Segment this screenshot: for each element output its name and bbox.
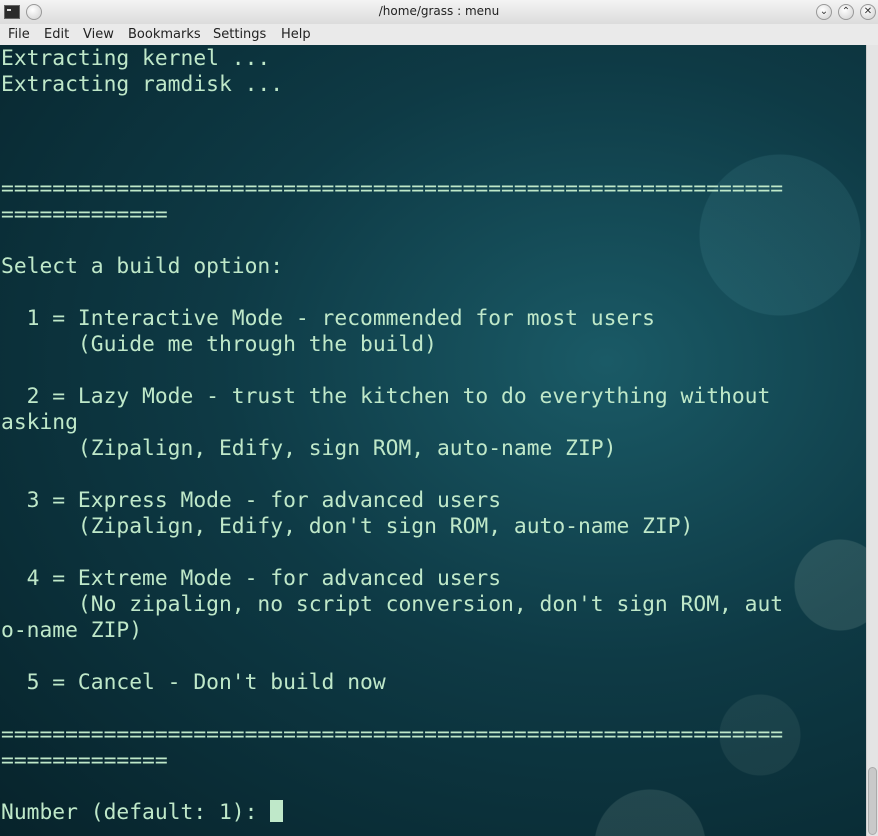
menu-bar: File Edit View Bookmarks Settings Help [0, 24, 878, 45]
menu-help[interactable]: Help [281, 27, 311, 42]
option-2-wrap: asking [1, 410, 78, 435]
menu-bookmarks[interactable]: Bookmarks [128, 27, 201, 42]
option-3-desc: (Zipalign, Edify, don't sign ROM, auto-n… [1, 514, 694, 539]
option-2-desc: (Zipalign, Edify, sign ROM, auto-name ZI… [1, 436, 617, 461]
menu-edit[interactable]: Edit [44, 27, 69, 42]
title-bar: /home/grass : menu ⌄ ⌃ ✕ [0, 0, 878, 25]
menu-file[interactable]: File [8, 27, 30, 42]
option-2: 2 = Lazy Mode - trust the kitchen to do … [1, 384, 771, 409]
scrollbar-thumb[interactable] [868, 767, 877, 835]
close-icon[interactable]: ✕ [860, 4, 876, 20]
input-prompt[interactable]: Number (default: 1): [1, 800, 284, 826]
terminal-output[interactable]: Extracting kernel ... Extracting ramdisk… [0, 45, 866, 836]
separator-line: ========================================… [1, 722, 784, 747]
separator-line: ========================================… [1, 176, 784, 201]
prompt-heading: Select a build option: [1, 254, 284, 279]
menu-settings[interactable]: Settings [213, 27, 266, 42]
maximize-icon[interactable]: ⌃ [838, 4, 854, 20]
option-4-desc-wrap: o-name ZIP) [1, 618, 143, 643]
terminal-line: Extracting kernel ... [1, 46, 271, 71]
vertical-scrollbar[interactable] [866, 45, 878, 836]
text-cursor [270, 800, 284, 822]
option-1: 1 = Interactive Mode - recommended for m… [1, 306, 655, 331]
separator-line: ============= [1, 202, 168, 227]
option-4-desc: (No zipalign, no script conversion, don'… [1, 592, 784, 617]
option-4: 4 = Extreme Mode - for advanced users [1, 566, 502, 591]
prompt-text: Number (default: 1): [1, 800, 271, 825]
window-title: /home/grass : menu [378, 4, 500, 18]
separator-line: ============= [1, 748, 168, 773]
option-3: 3 = Express Mode - for advanced users [1, 488, 502, 513]
terminal-line: Extracting ramdisk ... [1, 72, 284, 97]
minimize-icon[interactable]: ⌄ [816, 4, 832, 20]
menu-view[interactable]: View [83, 27, 114, 42]
option-1-desc: (Guide me through the build) [1, 332, 437, 357]
option-5: 5 = Cancel - Don't build now [1, 670, 386, 695]
